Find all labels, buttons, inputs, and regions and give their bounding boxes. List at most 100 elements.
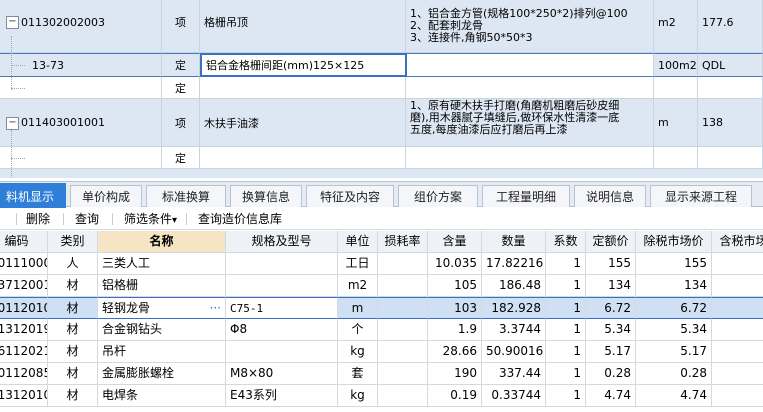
name-edit-input[interactable]: 铝合金格栅间距(mm)125×125: [200, 53, 407, 77]
loss-cell[interactable]: [378, 275, 428, 297]
market-price-cell[interactable]: 5.17: [636, 341, 712, 363]
table-row[interactable]: − 011403001001 项 木扶手油漆 1、原有硬木扶手打磨(角磨机粗磨后…: [0, 99, 763, 147]
table-row[interactable]: 定: [0, 77, 763, 99]
name-cell: 木扶手油漆: [200, 99, 406, 147]
name-cell[interactable]: 电焊条: [98, 385, 226, 407]
table-row[interactable]: 013120199 材 合金钢钻头 Φ8 个 1.9 3.3744 1 5.34…: [0, 319, 763, 341]
price-info-library-button[interactable]: 查询造价信息库: [198, 211, 282, 227]
tax-market-price-cell[interactable]: [712, 297, 763, 319]
tab-unit-price[interactable]: 单价构成: [70, 185, 142, 207]
more-options-icon[interactable]: ···: [210, 298, 221, 318]
market-price-cell[interactable]: 134: [636, 275, 712, 297]
tax-market-price-cell[interactable]: [712, 385, 763, 407]
unit-cell: m: [338, 297, 378, 319]
table-row[interactable]: 561120219 材 吊杆 kg 28.66 50.90016 1 5.17 …: [0, 341, 763, 363]
market-price-cell[interactable]: 4.74: [636, 385, 712, 407]
col-header[interactable]: 数量: [482, 231, 546, 253]
divider: [186, 213, 187, 225]
content-cell[interactable]: 103: [428, 297, 482, 319]
col-header[interactable]: 名称: [98, 231, 226, 253]
col-header[interactable]: 类别: [48, 231, 98, 253]
table-row[interactable]: − 011302002003 项 格栅吊顶 1、铝合金方管(规格100*250*…: [0, 0, 763, 53]
tab-pricing-scheme[interactable]: 组价方案: [398, 185, 478, 207]
filter-label: 筛选条件: [124, 212, 173, 226]
name-cell[interactable]: 吊杆: [98, 341, 226, 363]
loss-cell[interactable]: [378, 297, 428, 319]
query-button[interactable]: 查询: [75, 211, 99, 227]
loss-cell[interactable]: [378, 319, 428, 341]
col-header[interactable]: 单位: [338, 231, 378, 253]
market-price-cell[interactable]: 5.34: [636, 319, 712, 341]
tax-market-price-cell[interactable]: [712, 363, 763, 385]
spec-cell[interactable]: M8×80: [226, 363, 338, 385]
col-header[interactable]: 编码: [0, 231, 48, 253]
tab-quantity-detail[interactable]: 工程量明细: [482, 185, 570, 207]
content-cell[interactable]: 10.035: [428, 253, 482, 275]
table-row[interactable]: 13-73 定 铝合金格栅间距(mm)125×125 100m2 QDL: [0, 53, 763, 77]
spec-cell[interactable]: [226, 253, 338, 275]
spec-cell[interactable]: E43系列: [226, 385, 338, 407]
table-row[interactable]: 013120107 材 电焊条 E43系列 kg 0.19 0.33744 1 …: [0, 385, 763, 407]
tax-market-price-cell[interactable]: [712, 253, 763, 275]
market-price-cell[interactable]: 6.72: [636, 297, 712, 319]
name-cell: [200, 77, 406, 99]
market-price-cell[interactable]: 155: [636, 253, 712, 275]
col-header[interactable]: 含税市场价: [712, 231, 763, 253]
delete-button[interactable]: 删除: [26, 211, 50, 227]
col-header[interactable]: 除税市场价: [636, 231, 712, 253]
coef-cell: 1: [546, 297, 586, 319]
table-row[interactable]: 001120857 材 金属膨胀螺栓 M8×80 套 190 337.44 1 …: [0, 363, 763, 385]
loss-cell[interactable]: [378, 385, 428, 407]
tab-standard-conversion[interactable]: 标准换算: [146, 185, 226, 207]
minus-box-icon[interactable]: −: [6, 117, 19, 130]
quantity-cell: [698, 147, 763, 169]
minus-box-icon[interactable]: −: [6, 16, 19, 29]
col-header[interactable]: 规格及型号: [226, 231, 338, 253]
col-header[interactable]: 损耗率: [378, 231, 428, 253]
name-cell: 格栅吊顶: [200, 0, 406, 53]
spec-cell[interactable]: [226, 341, 338, 363]
code-text: 13-73: [32, 58, 64, 72]
tab-source-project[interactable]: 显示来源工程: [650, 185, 752, 207]
loss-cell[interactable]: [378, 363, 428, 385]
table-row-selected[interactable]: 001120105 材 轻钢龙骨 ··· C75-1 m 103 182.928…: [0, 297, 763, 319]
name-cell[interactable]: 铝格栅: [98, 275, 226, 297]
spec-cell[interactable]: C75-1: [226, 297, 338, 319]
code-cell: 013120107: [0, 385, 48, 407]
name-cell[interactable]: 三类人工: [98, 253, 226, 275]
category-cell: 人: [48, 253, 98, 275]
col-header[interactable]: 定额价: [586, 231, 636, 253]
tab-material-display[interactable]: 料机显示: [0, 183, 66, 208]
tax-market-price-cell[interactable]: [712, 341, 763, 363]
content-cell[interactable]: 190: [428, 363, 482, 385]
loss-cell[interactable]: [378, 253, 428, 275]
content-cell[interactable]: 1.9: [428, 319, 482, 341]
code-cell: 037120015: [0, 275, 48, 297]
content-cell[interactable]: 0.19: [428, 385, 482, 407]
table-row[interactable]: 037120015 材 铝格栅 m2 105 186.48 1 134 134 …: [0, 275, 763, 297]
content-cell[interactable]: 105: [428, 275, 482, 297]
name-cell-editing[interactable]: 轻钢龙骨 ···: [98, 297, 226, 319]
spec-cell[interactable]: Φ8: [226, 319, 338, 341]
spec-cell[interactable]: [226, 275, 338, 297]
features-cell: [406, 77, 654, 99]
chevron-down-icon: ▾: [172, 215, 178, 226]
col-header[interactable]: 含量: [428, 231, 482, 253]
name-cell[interactable]: 金属膨胀螺栓: [98, 363, 226, 385]
coef-cell: 1: [546, 385, 586, 407]
name-cell[interactable]: 合金钢钻头: [98, 319, 226, 341]
tax-market-price-cell[interactable]: [712, 319, 763, 341]
code-cell: − 011403001001: [0, 99, 162, 147]
table-row[interactable]: 001110005 人 三类人工 工日 10.035 17.82216 1 15…: [0, 253, 763, 275]
loss-cell[interactable]: [378, 341, 428, 363]
table-row[interactable]: 定: [0, 147, 763, 169]
col-header[interactable]: 系数: [546, 231, 586, 253]
market-price-cell[interactable]: 0.28: [636, 363, 712, 385]
tree-line: [11, 88, 25, 89]
tab-description[interactable]: 说明信息: [574, 185, 646, 207]
filter-dropdown[interactable]: 筛选条件▾: [124, 211, 177, 227]
tab-features[interactable]: 特征及内容: [306, 185, 394, 207]
content-cell[interactable]: 28.66: [428, 341, 482, 363]
tab-conversion-info[interactable]: 换算信息: [230, 185, 302, 207]
tax-market-price-cell[interactable]: 1: [712, 275, 763, 297]
